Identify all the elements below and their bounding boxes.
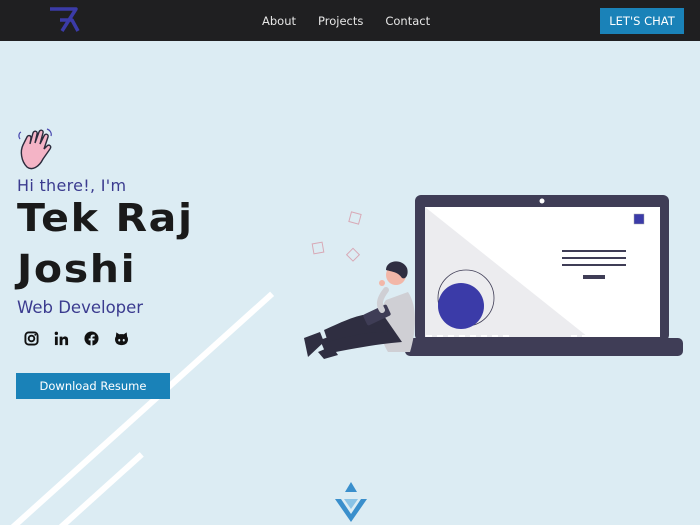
hero-greeting: Hi there!, I'm (17, 176, 127, 195)
download-resume-button[interactable]: Download Resume (16, 373, 170, 399)
decorative-stripe (57, 452, 144, 525)
github-icon[interactable] (114, 331, 129, 346)
hero-role: Web Developer (17, 298, 144, 317)
hero-name-line1: Tek Raj (17, 196, 194, 240)
nav-link-contact[interactable]: Contact (385, 14, 430, 28)
nav-link-projects[interactable]: Projects (318, 14, 363, 28)
lets-chat-button[interactable]: LET'S CHAT (600, 8, 684, 34)
facebook-icon[interactable] (84, 331, 99, 346)
chevron-down-icon[interactable] (333, 482, 369, 525)
social-links (24, 331, 129, 346)
instagram-icon[interactable] (24, 331, 39, 346)
top-navbar: About Projects Contact LET'S CHAT (0, 0, 700, 41)
logo-icon[interactable] (46, 5, 82, 35)
linkedin-icon[interactable] (54, 331, 69, 346)
person-with-laptop-illustration (304, 195, 683, 359)
decorative-stripe (9, 291, 275, 525)
nav-links: About Projects Contact (262, 0, 430, 41)
hero-name-line2: Joshi (17, 247, 137, 291)
nav-link-about[interactable]: About (262, 14, 296, 28)
waving-hand-icon (18, 128, 52, 170)
